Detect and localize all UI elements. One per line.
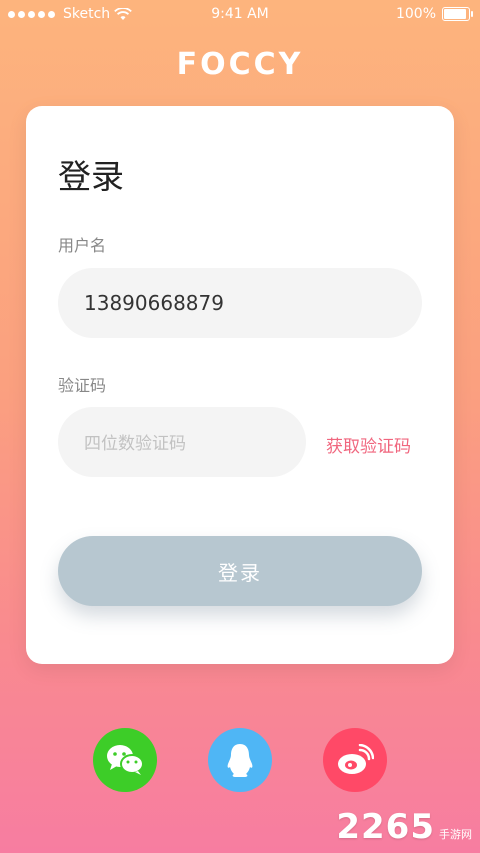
watermark-text: 手游网 xyxy=(439,828,472,841)
wechat-login-button[interactable] xyxy=(93,728,157,792)
code-field[interactable] xyxy=(58,407,306,477)
status-right: 100% xyxy=(395,6,473,22)
login-card: 登录 用户名 验证码 获取验证码 登录 xyxy=(26,106,454,664)
qq-login-button[interactable] xyxy=(208,728,272,792)
brand-logo: FOCCY xyxy=(176,47,304,82)
battery-fill xyxy=(444,9,466,19)
code-label: 验证码 xyxy=(58,376,107,395)
wechat-icon xyxy=(107,745,144,775)
username-input[interactable] xyxy=(82,290,422,316)
code-input[interactable] xyxy=(82,429,306,455)
get-code-button[interactable]: 获取验证码 xyxy=(326,432,411,457)
username-field[interactable] xyxy=(58,268,422,338)
qq-penguin-icon xyxy=(227,744,253,777)
site-watermark: 2265 手游网 xyxy=(336,807,472,847)
login-title: 登录 xyxy=(58,157,124,196)
battery-percent: 100% xyxy=(395,6,436,22)
weibo-icon xyxy=(338,744,374,774)
weibo-login-button[interactable] xyxy=(323,728,387,792)
battery-icon xyxy=(442,7,473,21)
username-label: 用户名 xyxy=(58,236,107,255)
login-button[interactable]: 登录 xyxy=(58,536,422,606)
watermark-number: 2265 xyxy=(336,807,435,847)
status-bar: Sketch 9:41 AM 100% xyxy=(0,0,480,30)
